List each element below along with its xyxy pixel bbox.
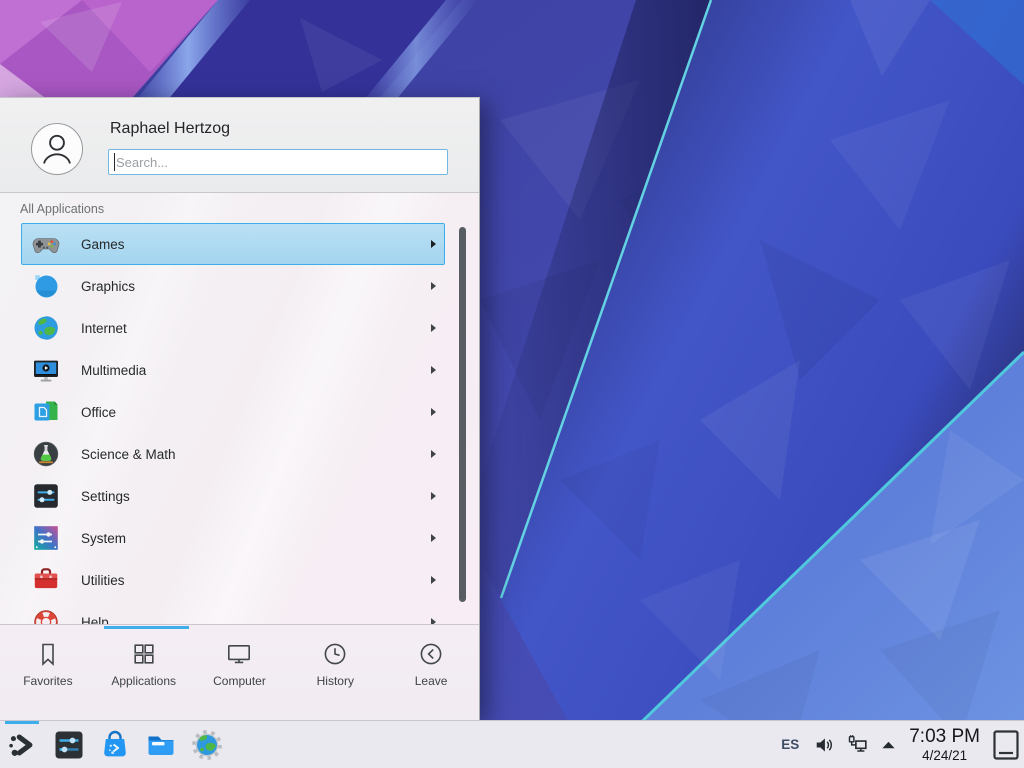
computer-icon — [226, 641, 252, 667]
menu-item-multimedia[interactable]: Multimedia — [21, 349, 445, 391]
menu-item-label: Utilities — [81, 573, 431, 588]
menu-item-office[interactable]: Office — [21, 391, 445, 433]
settings-icon — [32, 482, 60, 510]
submenu-arrow-icon — [431, 450, 436, 458]
clock-date: 4/24/21 — [909, 749, 980, 763]
menu-item-science-math[interactable]: Science & Math — [21, 433, 445, 475]
tab-leave[interactable]: Leave — [383, 625, 479, 720]
menu-item-label: Internet — [81, 321, 431, 336]
tab-history[interactable]: History — [287, 625, 383, 720]
system-tray: ES — [781, 727, 1024, 763]
folder-icon — [145, 729, 177, 761]
clock-time: 7:03 PM — [909, 727, 980, 746]
network-button[interactable] — [847, 734, 868, 755]
tab-label: Favorites — [23, 674, 72, 688]
active-task-indicator — [5, 721, 39, 724]
office-icon — [32, 398, 60, 426]
internet-icon — [32, 314, 60, 342]
section-label: All Applications — [20, 202, 104, 216]
launcher-app-list: All Applications Games — [0, 193, 479, 625]
menu-item-system[interactable]: System — [21, 517, 445, 559]
menu-item-label: Help — [81, 615, 431, 626]
tab-label: Applications — [111, 674, 176, 688]
application-launcher-button[interactable] — [0, 721, 46, 768]
system-icon — [32, 524, 60, 552]
menu-item-label: Games — [81, 237, 431, 252]
menu-item-graphics[interactable]: Graphics — [21, 265, 445, 307]
favorites-icon — [35, 641, 61, 667]
menu-item-utilities[interactable]: Utilities — [21, 559, 445, 601]
submenu-arrow-icon — [431, 408, 436, 416]
submenu-arrow-icon — [431, 534, 436, 542]
submenu-arrow-icon — [431, 366, 436, 374]
history-icon — [322, 641, 348, 667]
menu-item-help[interactable]: Help — [21, 601, 445, 625]
tab-computer[interactable]: Computer — [192, 625, 288, 720]
show-desktop-icon — [993, 730, 1019, 760]
caret-up-icon — [881, 740, 896, 750]
launcher-header: Raphael Hertzog — [0, 98, 479, 193]
application-launcher-menu: Raphael Hertzog All Applications — [0, 97, 480, 720]
system-settings-icon — [53, 729, 85, 761]
tab-applications[interactable]: Applications — [96, 625, 192, 720]
menu-item-settings[interactable]: Settings — [21, 475, 445, 517]
help-icon — [32, 608, 60, 625]
category-list: Games Graphics — [21, 223, 445, 625]
tab-favorites[interactable]: Favorites — [0, 625, 96, 720]
science-icon — [32, 440, 60, 468]
graphics-icon — [32, 272, 60, 300]
tab-label: Computer — [213, 674, 266, 688]
tray-expander-button[interactable] — [881, 740, 896, 750]
active-tab-indicator — [104, 626, 189, 629]
taskbar: ES — [0, 720, 1024, 768]
system-settings-button[interactable] — [46, 721, 92, 768]
web-browser-button[interactable] — [184, 721, 230, 768]
menu-item-label: System — [81, 531, 431, 546]
digital-clock[interactable]: 7:03 PM 4/24/21 — [909, 727, 980, 763]
app-launcher-icon — [6, 728, 40, 762]
menu-item-label: Settings — [81, 489, 431, 504]
user-avatar — [31, 123, 83, 175]
search-input[interactable] — [108, 149, 448, 175]
web-browser-icon — [191, 729, 223, 761]
show-desktop-button[interactable] — [993, 730, 1019, 760]
submenu-arrow-icon — [431, 240, 436, 248]
tab-label: History — [317, 674, 354, 688]
menu-item-label: Multimedia — [81, 363, 431, 378]
discover-button[interactable] — [92, 721, 138, 768]
submenu-arrow-icon — [431, 282, 436, 290]
discover-icon — [99, 729, 131, 761]
wired-network-icon — [847, 734, 868, 755]
volume-button[interactable] — [814, 735, 834, 755]
volume-icon — [814, 735, 834, 755]
multimedia-icon — [32, 356, 60, 384]
desktop: Raphael Hertzog All Applications — [0, 0, 1024, 768]
keyboard-layout-indicator[interactable]: ES — [781, 737, 799, 752]
menu-item-label: Science & Math — [81, 447, 431, 462]
menu-item-label: Office — [81, 405, 431, 420]
applications-icon — [131, 641, 157, 667]
menu-item-games[interactable]: Games — [21, 223, 445, 265]
submenu-arrow-icon — [431, 492, 436, 500]
menu-item-internet[interactable]: Internet — [21, 307, 445, 349]
launcher-tab-bar: Favorites Applications Computer — [0, 625, 479, 720]
text-cursor — [114, 153, 115, 171]
submenu-arrow-icon — [431, 618, 436, 625]
submenu-arrow-icon — [431, 576, 436, 584]
user-name: Raphael Hertzog — [110, 120, 230, 138]
submenu-arrow-icon — [431, 324, 436, 332]
tab-label: Leave — [415, 674, 448, 688]
utilities-icon — [32, 566, 60, 594]
list-scrollbar[interactable] — [459, 227, 466, 602]
games-icon — [32, 230, 60, 258]
file-manager-button[interactable] — [138, 721, 184, 768]
leave-icon — [418, 641, 444, 667]
user-icon — [32, 124, 82, 174]
menu-item-label: Graphics — [81, 279, 431, 294]
